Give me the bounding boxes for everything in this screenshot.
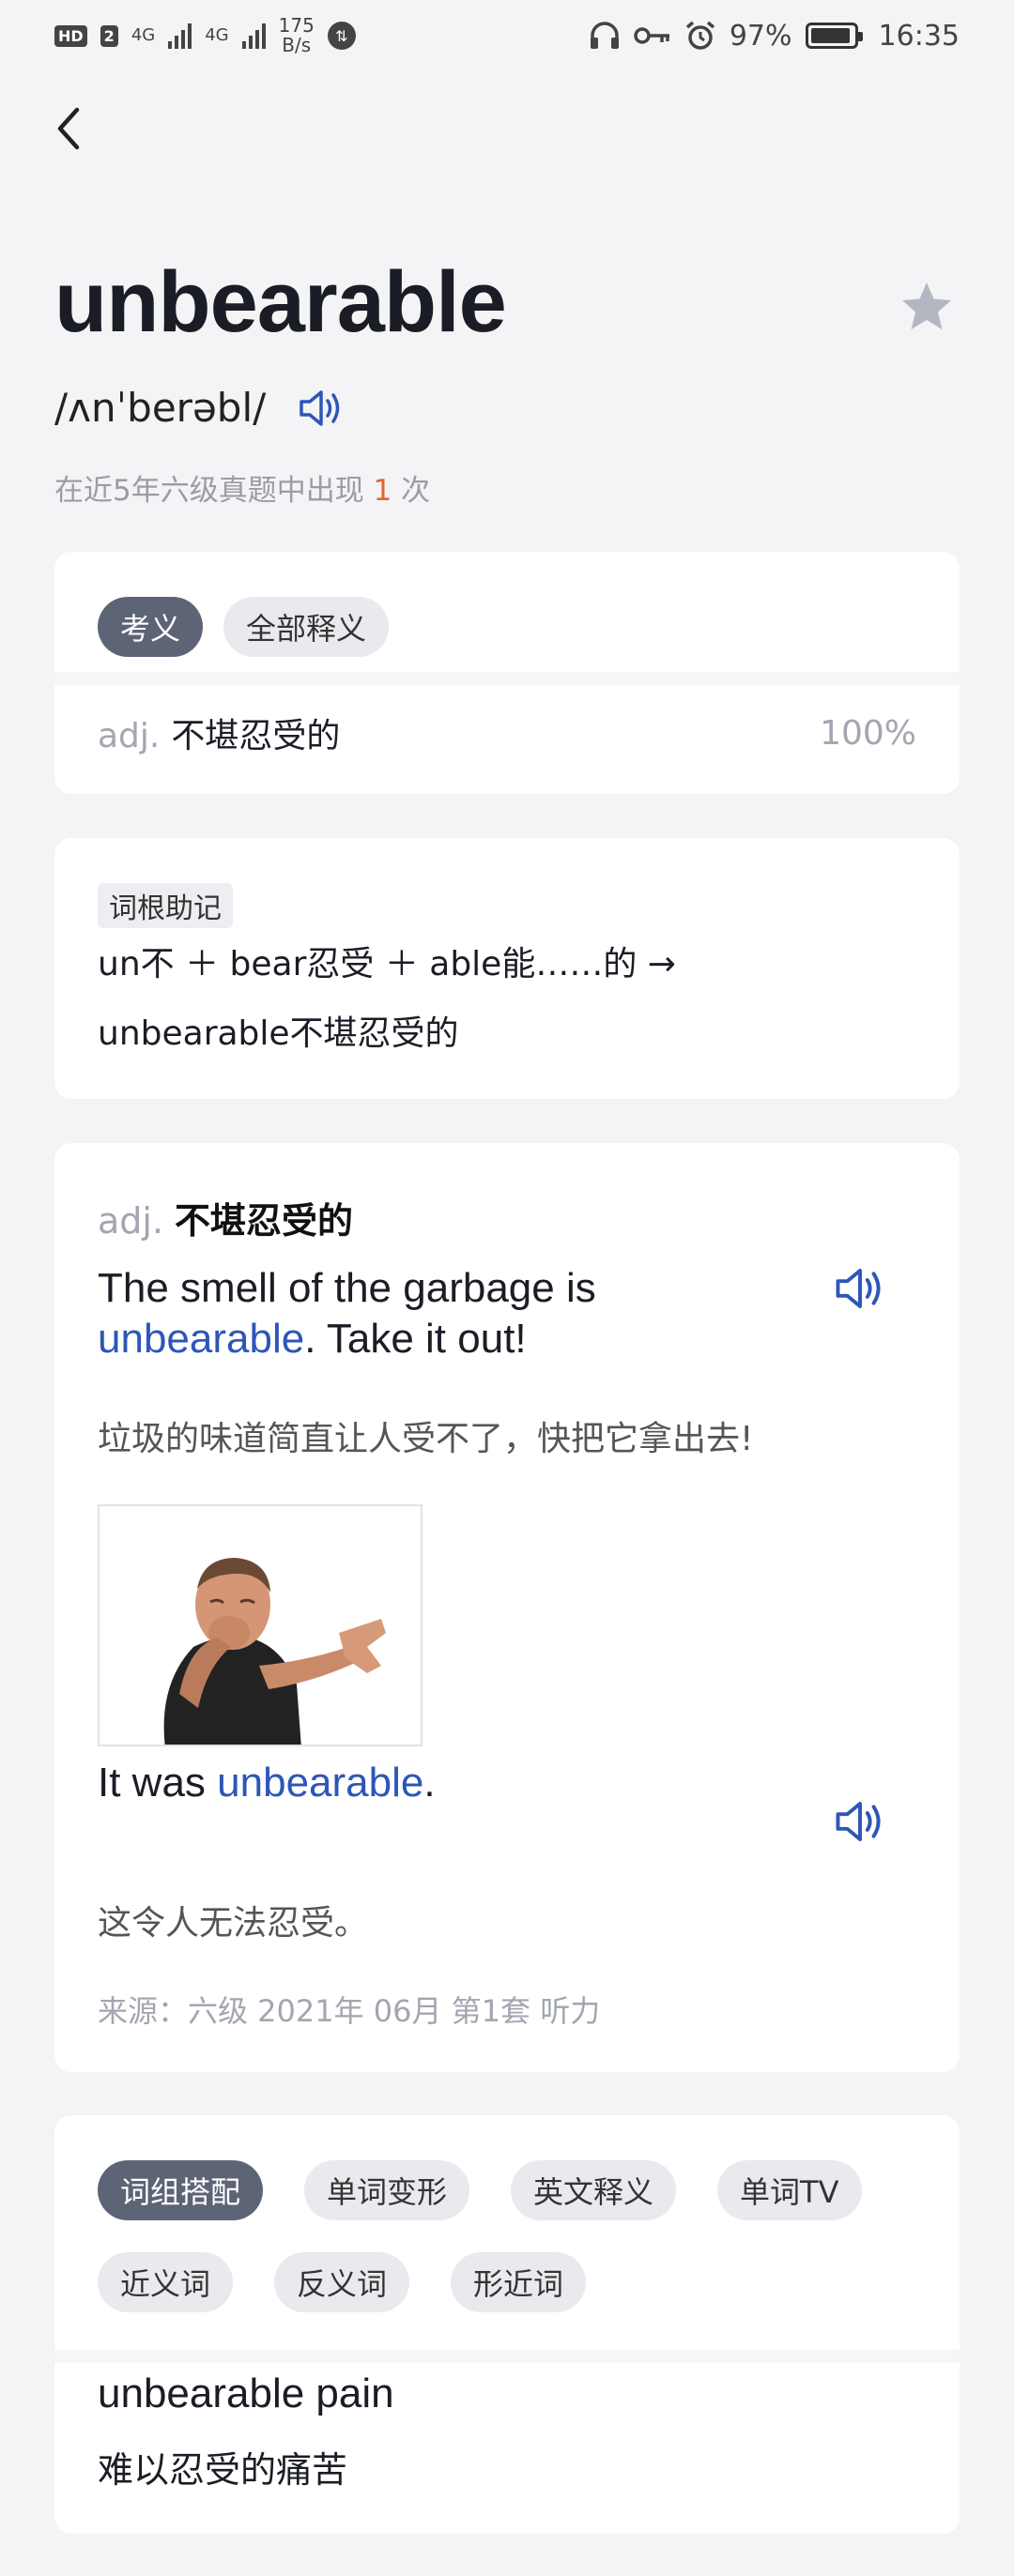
tab-synonyms[interactable]: 近义词 (98, 2252, 234, 2312)
battery-percent: 97% (729, 19, 792, 53)
definition-tabs: 考义 全部释义 (98, 597, 390, 657)
speed-unit: B/s (282, 34, 312, 56)
part-of-speech: adj. (98, 1200, 164, 1242)
phrase-chinese: 难以忍受的痛苦 (98, 2449, 348, 2491)
mnemonic-line-1: un不 ＋ bear忍受 ＋ able能……的 → (98, 945, 676, 983)
meaning: 不堪忍受的 (171, 717, 341, 755)
example-sentence-2: It was unbearable. (98, 1758, 811, 1808)
phonetic-row: /ʌnˈberəbl/ (54, 385, 345, 431)
play-sentence-1-speaker-icon[interactable] (834, 1265, 886, 1312)
status-left: HD 2 4G 4G 175 B/s ⇅ (54, 16, 356, 55)
headword: unbearable (54, 254, 507, 350)
meaning-percent: 100% (820, 713, 916, 753)
part-of-speech: adj. (98, 717, 161, 755)
sentence-text: . Take it out! (304, 1316, 527, 1362)
sentence-text: . (423, 1760, 436, 1806)
phrase-english[interactable]: unbearable pain (98, 2370, 394, 2417)
tab-english-definition[interactable]: 英文释义 (511, 2160, 677, 2220)
divider (54, 2350, 960, 2363)
play-sentence-2-speaker-icon[interactable] (834, 1798, 886, 1845)
tab-word-tv[interactable]: 单词TV (717, 2160, 862, 2220)
headphones-icon (590, 22, 619, 49)
battery-icon (805, 23, 863, 49)
definition-card: 考义 全部释义 adj. 不堪忍受的 100% (54, 552, 960, 794)
back-button[interactable] (54, 105, 92, 152)
exam-frequency: 在近5年六级真题中出现 1 次 (54, 466, 430, 509)
back-arrow-icon (57, 107, 80, 150)
example-sentence-1: The smell of the garbage is unbearable. … (98, 1263, 811, 1364)
mnemonic-line-2: unbearable不堪忍受的 (98, 1014, 459, 1053)
signal-icon (168, 23, 192, 49)
alarm-icon (685, 21, 714, 50)
definition-text: adj. 不堪忍受的 (98, 709, 340, 757)
sim-badge: 2 (100, 24, 118, 47)
translation-2: 这令人无法忍受。 (98, 1904, 369, 1943)
tab-exam-meaning[interactable]: 考义 (98, 597, 204, 657)
example-photo[interactable] (98, 1504, 422, 1746)
speaker-icon[interactable] (298, 388, 345, 429)
example-card: adj. 不堪忍受的 The smell of the garbage is un… (54, 1143, 960, 2072)
status-right: 97% 16:35 (589, 20, 960, 53)
divider (54, 672, 960, 685)
clock: 16:35 (878, 19, 960, 53)
definition-row[interactable]: adj. 不堪忍受的 100% (98, 709, 916, 756)
mnemonic-card: 词根助记 un不 ＋ bear忍受 ＋ able能……的 → unbearabl… (54, 838, 960, 1099)
tab-word-forms[interactable]: 单词变形 (304, 2160, 470, 2220)
favorite-star-icon[interactable] (897, 277, 957, 337)
translation-1: 垃圾的味道简直让人受不了，快把它拿出去! (98, 1420, 754, 1458)
key-icon (634, 27, 669, 44)
word-info-tabs: 词组搭配 单词变形 英文释义 单词TV 近义词 反义词 形近词 (98, 2160, 943, 2312)
status-bar: HD 2 4G 4G 175 B/s ⇅ 97% 16:35 (0, 0, 1014, 71)
hd-badge: HD (54, 24, 87, 47)
frequency-count: 1 (373, 474, 392, 508)
man-covering-nose-image (100, 1506, 421, 1745)
tab-all-meanings[interactable]: 全部释义 (223, 597, 390, 657)
meaning: 不堪忍受的 (175, 1200, 354, 1242)
tab-similar-words[interactable]: 形近词 (451, 2252, 587, 2312)
phrase-card: 词组搭配 单词变形 英文释义 单词TV 近义词 反义词 形近词 unbearab… (54, 2115, 960, 2534)
frequency-prefix: 在近5年六级真题中出现 (54, 474, 374, 508)
frequency-suffix: 次 (392, 474, 431, 508)
tab-phrases[interactable]: 词组搭配 (98, 2160, 264, 2220)
example-heading: adj. 不堪忍受的 (98, 1192, 353, 1243)
signal-icon-2 (241, 23, 266, 49)
highlighted-word[interactable]: unbearable (217, 1760, 423, 1806)
example-source: 来源：六级 2021年 06月 第1套 听力 (98, 1993, 601, 2029)
network-speed: 175 B/s (279, 16, 315, 55)
phonetic: /ʌnˈberəbl/ (54, 385, 267, 431)
data-transfer-icon: ⇅ (327, 22, 356, 50)
network-type-2: 4G (205, 25, 229, 45)
sentence-text: It was (98, 1760, 218, 1806)
highlighted-word[interactable]: unbearable (98, 1316, 304, 1362)
mnemonic-text: un不 ＋ bear忍受 ＋ able能……的 → unbearable不堪忍受… (98, 930, 922, 1069)
sentence-text: The smell of the garbage is (98, 1265, 596, 1311)
network-type-1: 4G (131, 25, 156, 45)
tab-antonyms[interactable]: 反义词 (274, 2252, 410, 2312)
mnemonic-tag: 词根助记 (98, 883, 233, 928)
